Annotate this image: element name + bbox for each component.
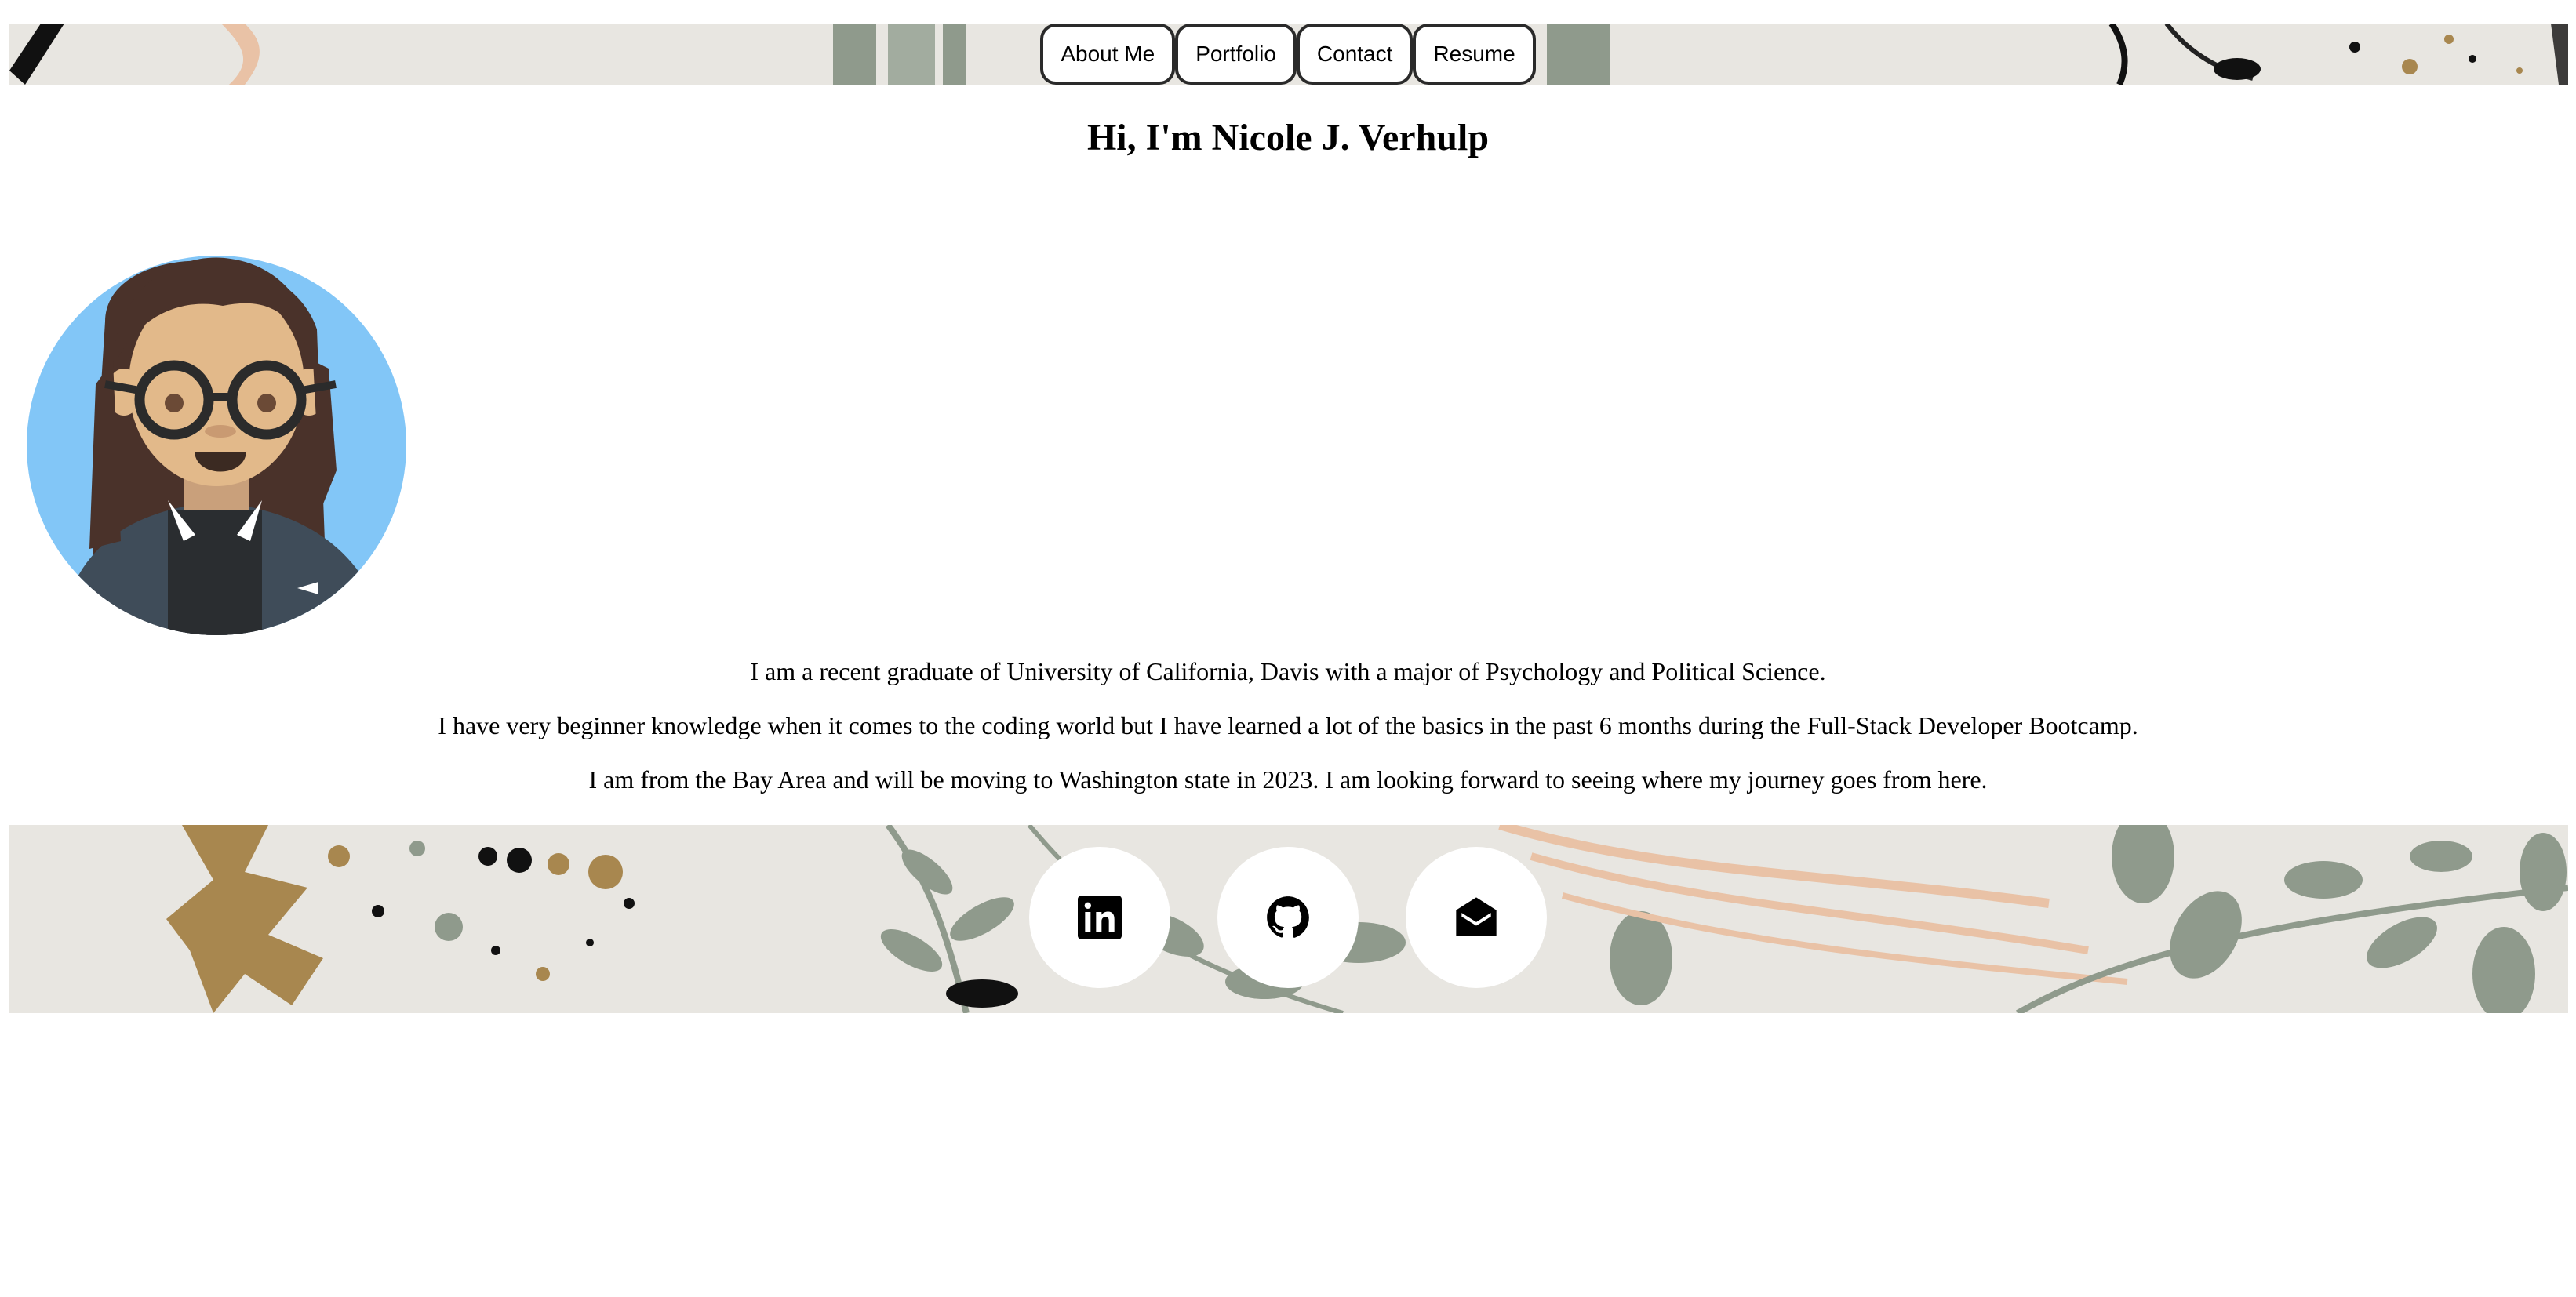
email-button[interactable] [1406, 847, 1547, 988]
github-button[interactable] [1217, 847, 1359, 988]
bio-paragraph: I have very beginner knowledge when it c… [438, 711, 2138, 739]
main-nav: About Me Portfolio Contact Resume [0, 24, 2576, 85]
linkedin-button[interactable] [1029, 847, 1170, 988]
nav-about-me[interactable]: About Me [1040, 24, 1176, 85]
envelope-open-icon [1456, 897, 1497, 936]
nav-contact[interactable]: Contact [1296, 24, 1414, 85]
page-title: Hi, I'm Nicole J. Verhulp [1086, 117, 1490, 158]
bio-paragraph: I am a recent graduate of University of … [750, 657, 1826, 685]
linkedin-icon [1078, 896, 1122, 939]
bio-section: I am a recent graduate of University of … [0, 657, 2576, 819]
page: About Me Portfolio Contact Resume Hi, I'… [0, 0, 2576, 1297]
bio-paragraph: I am from the Bay Area and will be movin… [588, 765, 1988, 794]
nav-portfolio[interactable]: Portfolio [1175, 24, 1297, 85]
social-links [0, 847, 2576, 988]
github-icon [1267, 896, 1309, 938]
avatar-illustration [27, 256, 406, 635]
nav-resume[interactable]: Resume [1413, 24, 1536, 85]
